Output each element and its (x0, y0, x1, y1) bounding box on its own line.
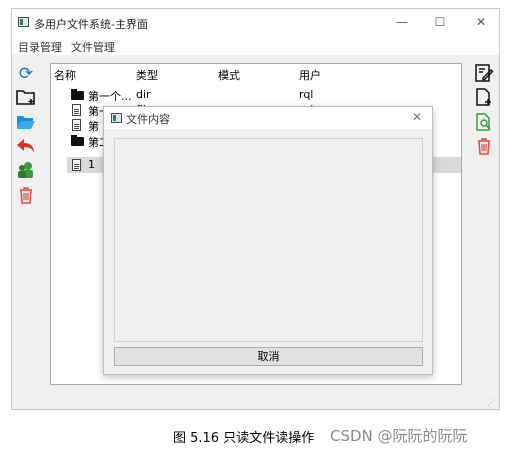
column-header-mode[interactable]: 模式 (218, 67, 240, 83)
users-icon[interactable] (16, 161, 36, 181)
close-button[interactable]: ✕ (473, 15, 489, 29)
minimize-button[interactable]: — (394, 15, 410, 29)
figure-caption: 图 5.16 只读文件读操作 (173, 431, 315, 446)
menu-bar: 目录管理 文件管理 (12, 36, 499, 55)
trash-icon[interactable] (474, 137, 494, 157)
trash-icon[interactable] (16, 186, 36, 206)
window-title: 多用户文件系统-主界面 (34, 18, 148, 31)
file-content-text-area[interactable] (114, 138, 423, 342)
column-header-user[interactable]: 用户 (299, 67, 321, 83)
search-file-icon[interactable] (474, 113, 494, 133)
file-icon (72, 119, 81, 131)
table-row[interactable]: 第一个... dir rql (67, 87, 461, 103)
column-header-name[interactable]: 名称 (54, 67, 76, 83)
watermark: CSDN @阮阮的阮阮 (330, 427, 468, 445)
folder-icon (71, 135, 84, 146)
resize-grip-icon[interactable]: ⋰ (487, 399, 495, 407)
dialog-title: 文件内容 (126, 113, 170, 126)
file-content-dialog: 文件内容 ✕ 取消 (103, 106, 433, 375)
dialog-title-bar[interactable]: 文件内容 ✕ (104, 107, 432, 129)
back-arrow-icon[interactable] (16, 137, 36, 157)
column-header-type[interactable]: 类型 (136, 67, 158, 83)
menu-file[interactable]: 文件管理 (71, 39, 115, 55)
new-folder-icon[interactable] (16, 88, 36, 108)
row-type: dir (136, 88, 151, 101)
file-icon (72, 104, 81, 116)
maximize-button[interactable]: ☐ (432, 15, 448, 29)
dialog-close-button[interactable]: ✕ (412, 110, 422, 124)
file-icon (72, 159, 81, 171)
app-icon (18, 17, 29, 27)
folder-icon (71, 89, 84, 100)
new-file-icon[interactable] (474, 88, 494, 108)
title-bar[interactable]: 多用户文件系统-主界面 — ☐ ✕ (12, 9, 499, 36)
refresh-icon[interactable]: ⟳ (16, 64, 36, 84)
open-folder-icon[interactable] (16, 113, 36, 133)
menu-directory[interactable]: 目录管理 (18, 39, 62, 55)
row-name: 1 (88, 158, 95, 171)
row-name: 第 (88, 120, 99, 133)
app-icon (111, 113, 122, 123)
cancel-button[interactable]: 取消 (114, 347, 423, 366)
row-user: rql (299, 88, 314, 101)
edit-file-icon[interactable] (474, 64, 494, 84)
